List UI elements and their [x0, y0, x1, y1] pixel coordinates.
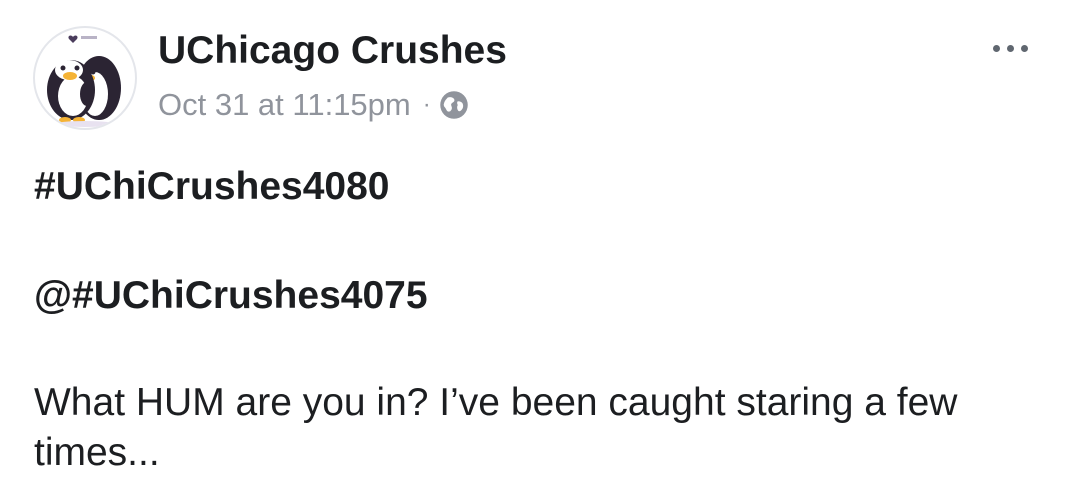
more-dot-icon: [992, 44, 1000, 52]
post-timestamp[interactable]: Oct 31 at 11:15pm: [158, 87, 411, 123]
more-dot-icon: [1020, 44, 1028, 52]
page-avatar[interactable]: [33, 26, 137, 130]
post-card: UChicago Crushes Oct 31 at 11:15pm · #UC…: [0, 0, 1080, 498]
more-options-button[interactable]: [980, 30, 1040, 66]
post-message: What HUM are you in? I’ve been caught st…: [34, 381, 958, 474]
reply-hashtag-link[interactable]: @#UChiCrushes4075: [34, 273, 428, 319]
hashtag-link[interactable]: #UChiCrushes4080: [34, 164, 390, 210]
globe-icon[interactable]: [439, 90, 469, 120]
page-name-link[interactable]: UChicago Crushes: [158, 28, 507, 74]
post-meta: Oct 31 at 11:15pm ·: [158, 84, 469, 126]
penguins-logo-icon: [47, 35, 121, 127]
meta-separator: ·: [422, 91, 431, 118]
more-dot-icon: [1006, 44, 1014, 52]
